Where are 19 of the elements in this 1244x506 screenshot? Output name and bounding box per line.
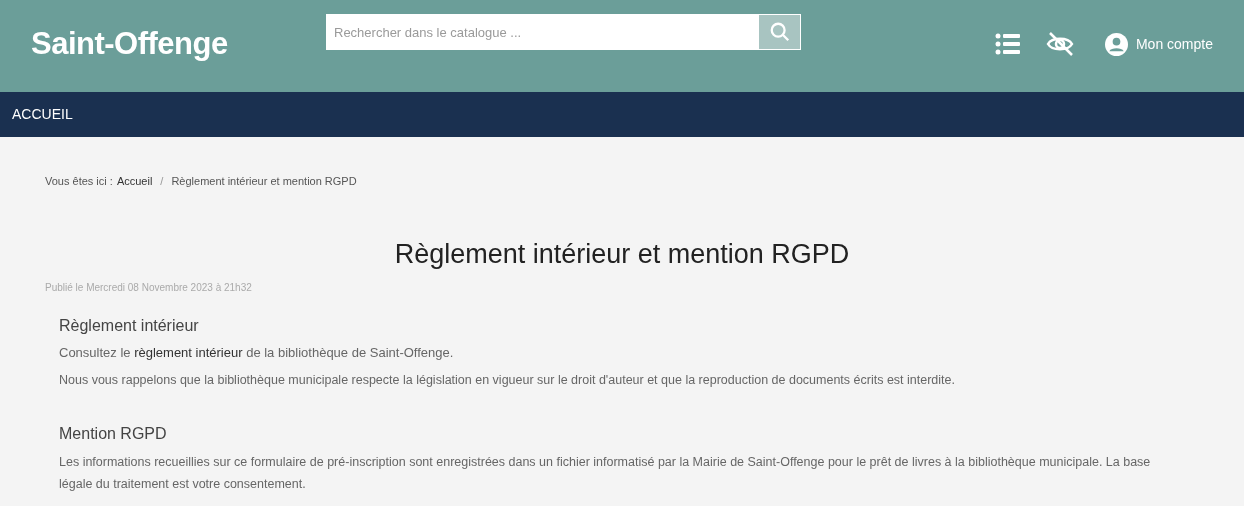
nav-link[interactable]: ACCUEIL — [12, 104, 73, 125]
search-button[interactable] — [758, 14, 801, 50]
user-icon — [1104, 32, 1128, 56]
section-heading: Règlement intérieur — [59, 315, 200, 336]
breadcrumb-label: Vous êtes ici : — [45, 174, 113, 189]
search-icon — [768, 21, 791, 43]
page-title: Règlement intérieur et mention RGPD — [393, 237, 851, 270]
paragraph: Les informations recueillies sur ce formulaire de pré-inscription sont enregistrées dans un fichier informatisé par la Mairie de Saint-Offenge pour le prêt de livres à la bibliothèque municipale. La base légale du traitement est votre consentement. — [59, 453, 1152, 493]
document-link[interactable]: règlement intérieur — [134, 344, 243, 360]
publish-date: Publié le Mercredi 08 Novembre 2023 à 21h32 — [45, 280, 253, 295]
breadcrumb-separator: / — [160, 174, 164, 189]
breadcrumb-link[interactable]: Règlement intérieur et mention RGPD — [171, 173, 357, 190]
paragraph: Nous vous rappelons que la bibliothèque municipale respecte la législation en vigueur sur le droit d'auteur et que la reproduction de documents écrits est interdite. — [59, 371, 956, 389]
section-heading: Mention RGPD — [59, 423, 168, 444]
breadcrumb-link[interactable]: Accueil — [116, 173, 153, 190]
search-field[interactable]: Rechercher dans le catalogue ... — [326, 14, 758, 50]
paragraph: Consultez le règlement intérieur de la bibliothèque de Saint-Offenge. — [59, 343, 455, 362]
eye-slash-icon[interactable] — [1044, 32, 1075, 56]
list-icon[interactable] — [994, 33, 1021, 55]
